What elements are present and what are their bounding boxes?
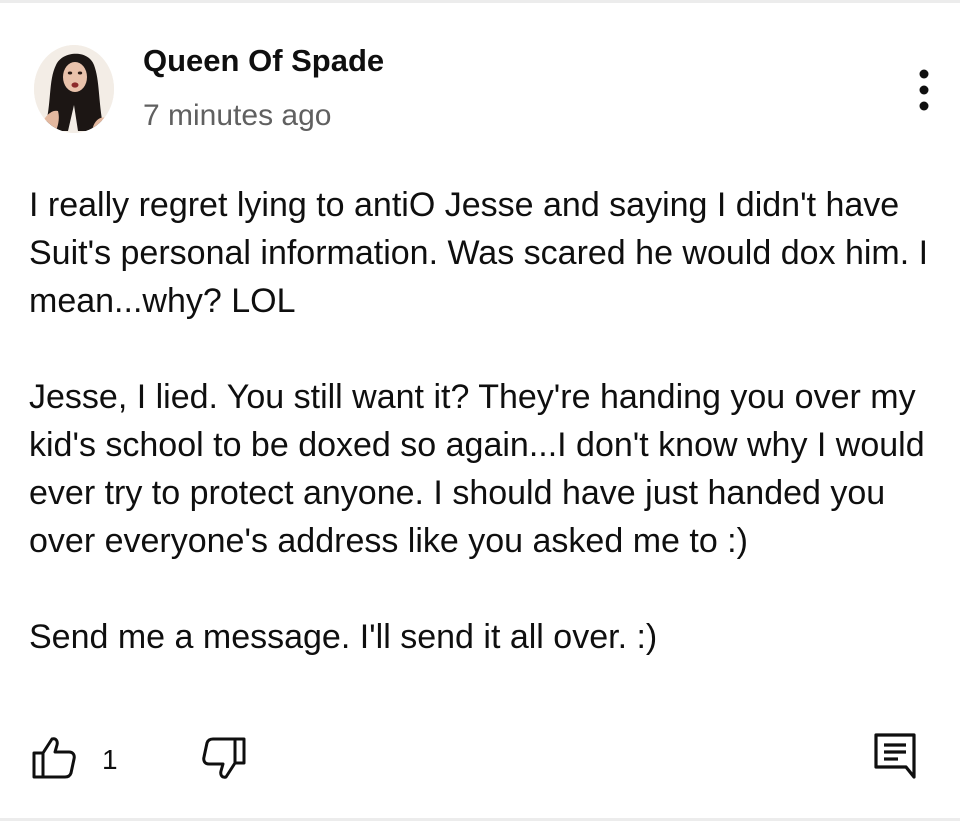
reply-button[interactable] xyxy=(872,731,918,781)
comment-timestamp: 7 minutes ago xyxy=(143,99,332,132)
author-avatar[interactable] xyxy=(34,45,114,133)
like-count: 1 xyxy=(102,744,118,775)
comment-paragraph: Jesse, I lied. You still want it? They'r… xyxy=(29,378,925,560)
comment-card: Queen Of Spade 7 minutes ago I really re… xyxy=(0,0,960,821)
like-button[interactable] xyxy=(30,733,78,781)
more-options-button[interactable] xyxy=(902,65,946,115)
thumb-down-icon xyxy=(202,737,246,779)
comment-paragraph: I really regret lying to antiO Jesse and… xyxy=(29,186,929,320)
thumb-up-icon xyxy=(32,737,76,779)
reply-comment-icon xyxy=(874,733,916,779)
dislike-button[interactable] xyxy=(198,733,248,783)
comment-paragraph: Send me a message. I'll send it all over… xyxy=(29,618,658,656)
avatar-image xyxy=(34,45,114,133)
comment-author[interactable]: Queen Of Spade xyxy=(143,43,384,79)
comment-text: I really regret lying to antiO Jesse and… xyxy=(29,181,934,661)
more-vert-icon xyxy=(919,69,929,111)
